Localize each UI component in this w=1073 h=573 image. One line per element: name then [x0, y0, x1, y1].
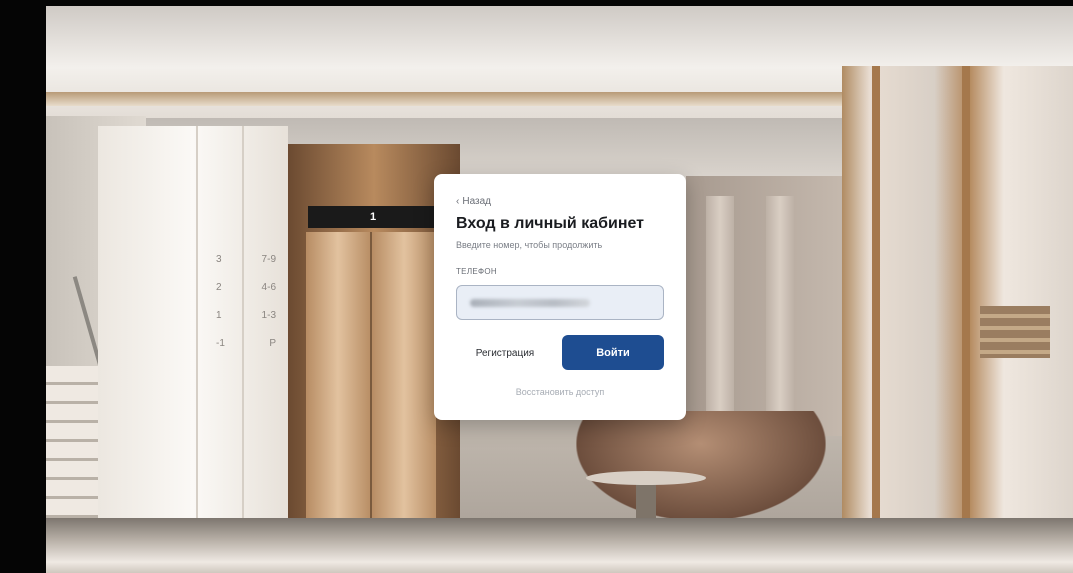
floor-units: 7-9	[261, 254, 276, 265]
glass-frame	[872, 66, 880, 573]
floor-directory-row: -1 P	[216, 330, 276, 358]
floor-directory-row: 1 1-3	[216, 302, 276, 330]
floor-units: 1-3	[261, 310, 276, 321]
chevron-left-icon: ‹	[456, 196, 460, 207]
glass-frame	[962, 66, 970, 573]
wall-panel	[706, 196, 734, 436]
restore-access-link[interactable]: Восстановить доступ	[434, 387, 686, 397]
login-title: Вход в личный кабинет	[456, 215, 644, 232]
floor-number: 2	[216, 282, 222, 293]
register-button[interactable]: Регистрация	[456, 336, 554, 370]
floor-directory-row: 2 4-6	[216, 274, 276, 302]
floor-directory: 3 7-9 2 4-6 1 1-3 -1 P	[216, 246, 276, 358]
mailbox-panel	[980, 306, 1050, 358]
elevator-floor-indicator: 1	[308, 206, 438, 228]
floor-units: 4-6	[261, 282, 276, 293]
floor-number: 1	[216, 310, 222, 321]
elevator-door-left	[306, 232, 370, 534]
floor-number: -1	[216, 338, 225, 349]
panel-seam	[196, 126, 198, 546]
coffee-table	[586, 471, 706, 485]
login-button[interactable]: Войти	[562, 335, 664, 370]
back-label: Назад	[462, 196, 491, 207]
elevator-door-gap	[370, 232, 372, 534]
sofa	[576, 411, 826, 521]
floor-directory-row: 3 7-9	[216, 246, 276, 274]
wall-panel	[766, 196, 794, 436]
marble-floor	[46, 518, 1073, 573]
phone-label: ТЕЛЕФОН	[456, 267, 497, 276]
floor-units: P	[269, 338, 276, 349]
elevator-door-right	[372, 232, 436, 534]
floor-number: 3	[216, 254, 222, 265]
login-subtitle: Введите номер, чтобы продолжить	[456, 240, 603, 250]
back-link[interactable]: ‹ Назад	[456, 196, 491, 207]
phone-value-blurred	[470, 299, 590, 307]
